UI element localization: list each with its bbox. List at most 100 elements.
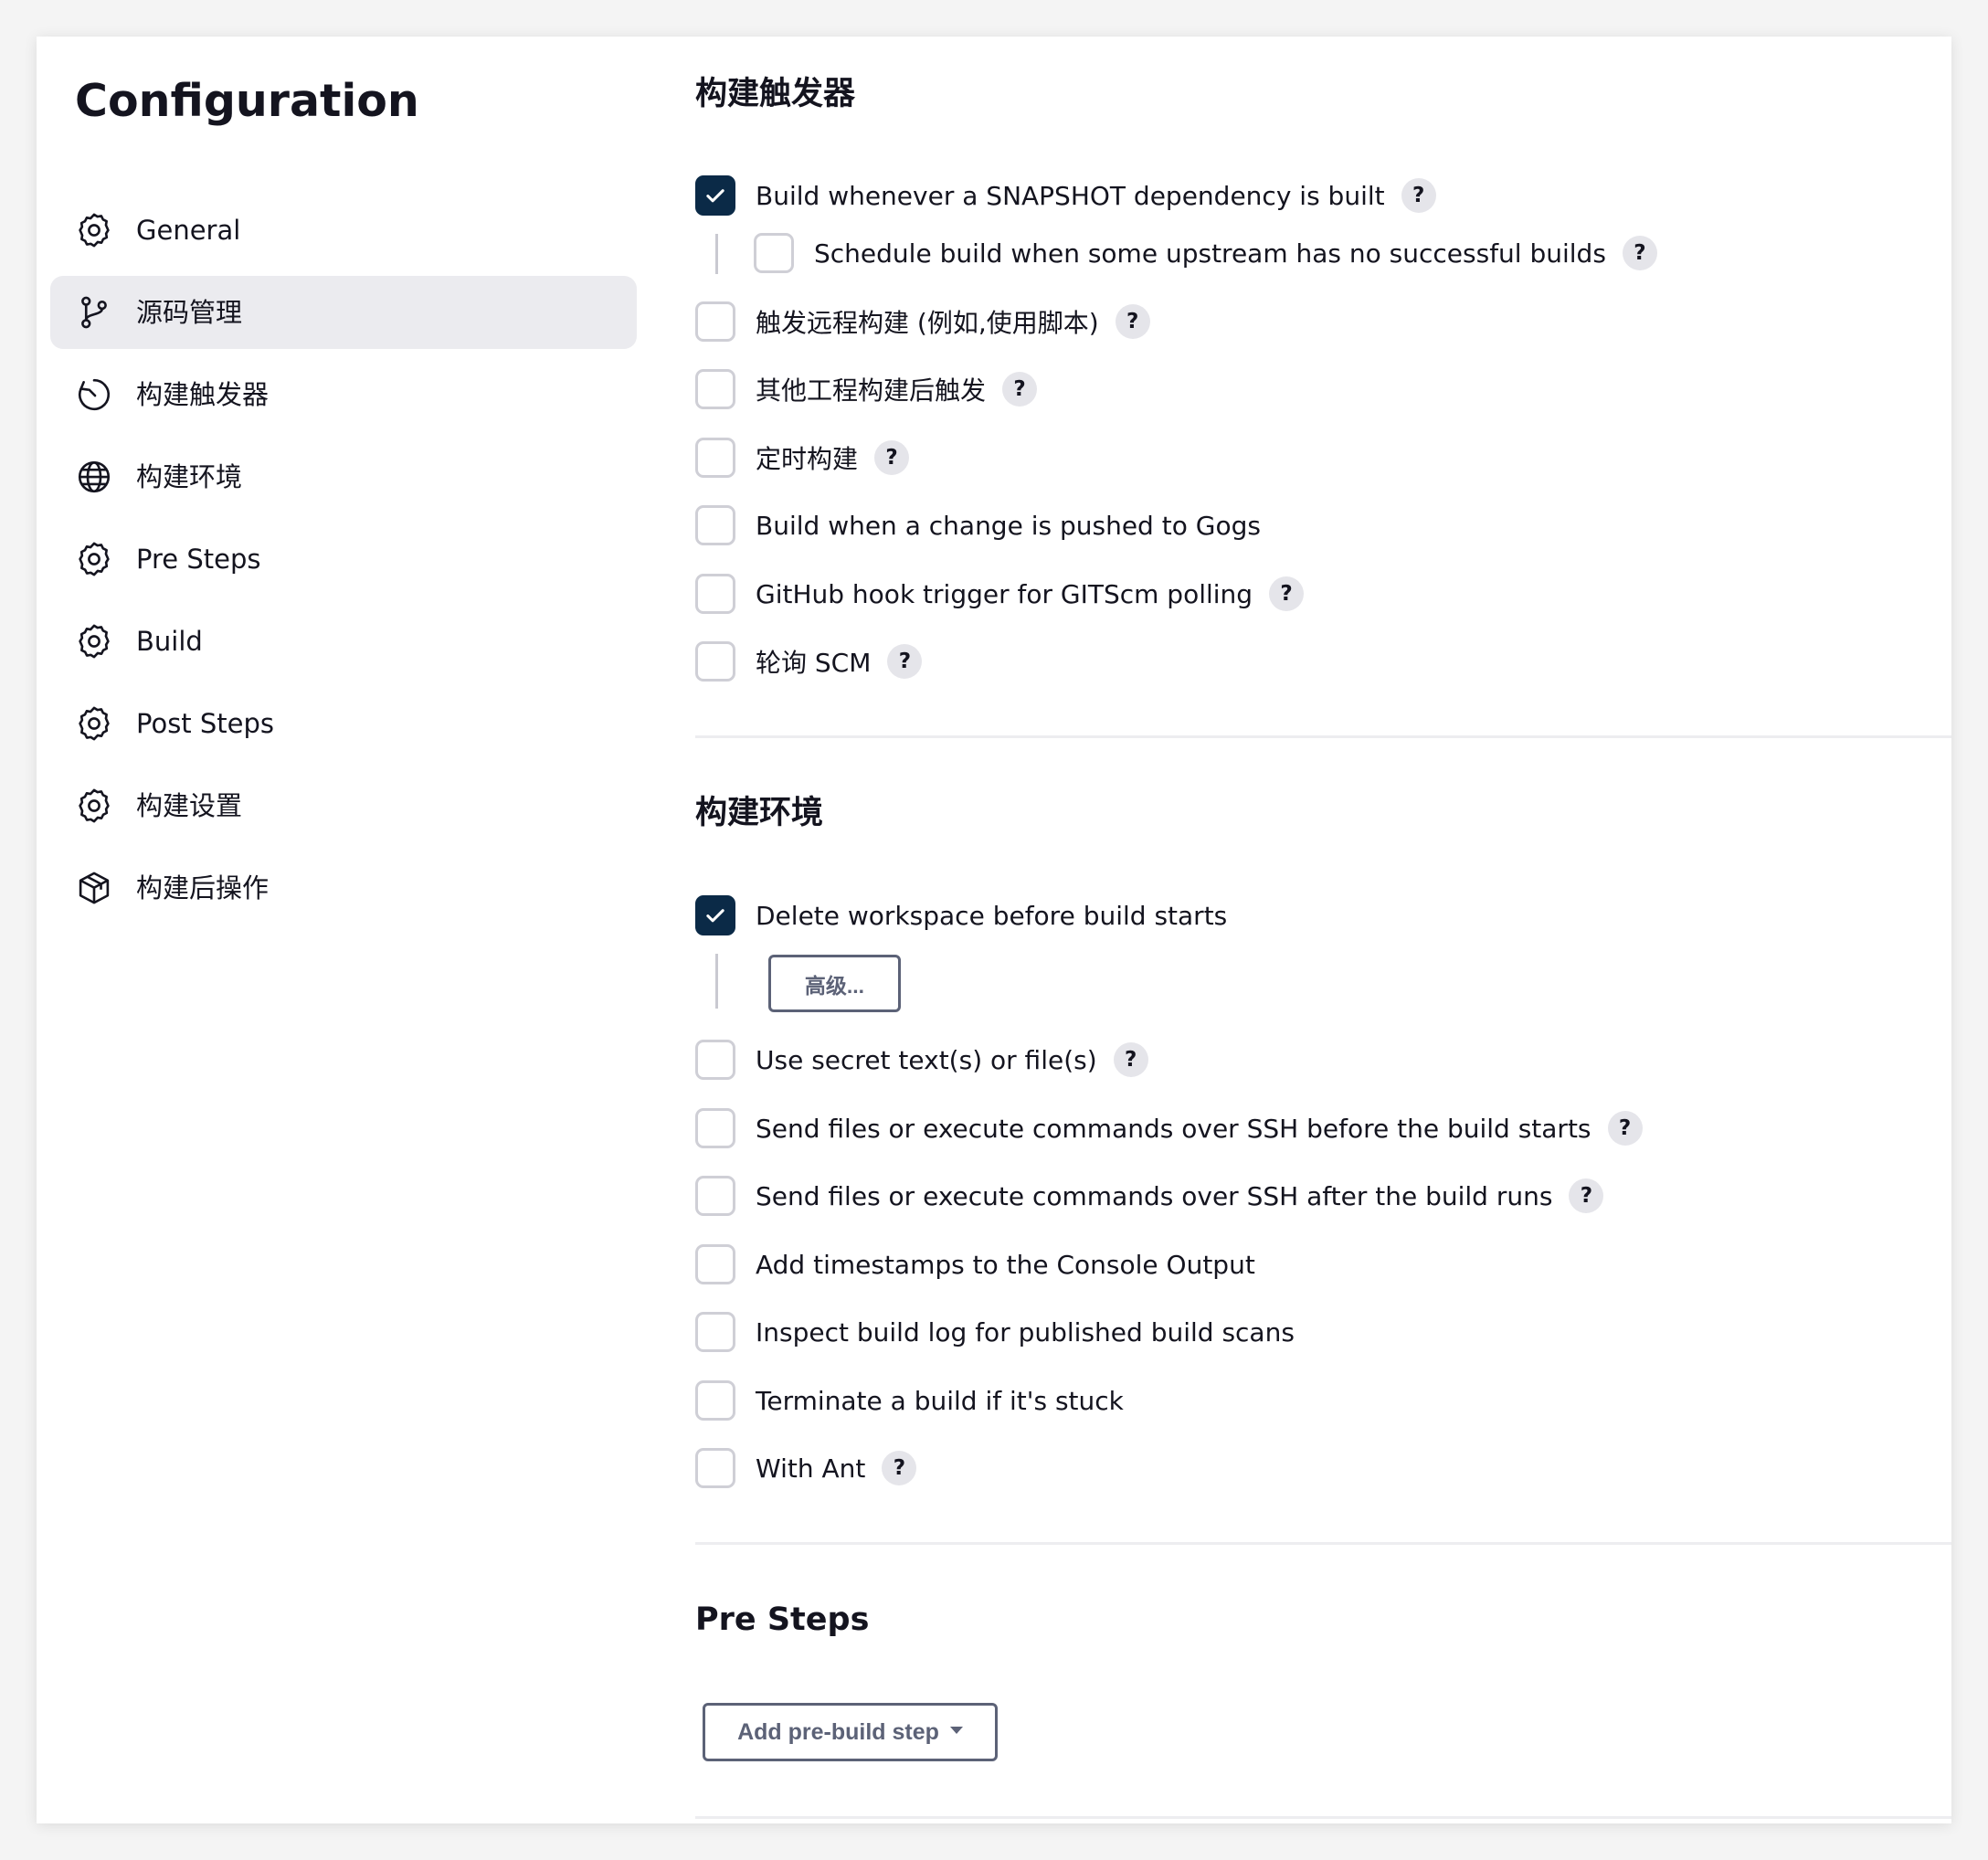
trigger-option-schedule-upstream: Schedule build when some upstream has no… <box>754 232 1657 274</box>
advanced-button[interactable]: 高级... <box>768 955 901 1012</box>
checkbox[interactable] <box>695 369 735 409</box>
option-label[interactable]: 触发远程构建 (例如,使用脚本) <box>756 303 1099 340</box>
help-icon[interactable]: ? <box>874 440 910 475</box>
checkbox[interactable] <box>695 301 735 342</box>
sidebar-item-build[interactable]: Build <box>50 605 637 678</box>
help-icon[interactable]: ? <box>1269 576 1305 611</box>
section-title-build-triggers: 构建触发器 <box>695 76 856 112</box>
add-pre-build-step-label: Add pre-build step <box>737 1718 939 1745</box>
env-option-terminate-stuck: Terminate a build if it's stuck <box>695 1379 1124 1421</box>
branch-icon <box>75 293 113 332</box>
help-icon[interactable]: ? <box>1113 1042 1148 1077</box>
env-option-timestamps: Add timestamps to the Console Output <box>695 1243 1255 1285</box>
trigger-option-gogs-push: Build when a change is pushed to Gogs <box>695 504 1261 546</box>
sidebar-item-build-settings[interactable]: 构建设置 <box>50 769 637 842</box>
option-label[interactable]: GitHub hook trigger for GITScm polling <box>756 579 1253 609</box>
trigger-option-snapshot-dependency: Build whenever a SNAPSHOT dependency is … <box>695 174 1436 217</box>
option-label[interactable]: Send files or execute commands over SSH … <box>756 1114 1591 1144</box>
gear-icon <box>75 787 113 825</box>
sidebar-item-label: 构建触发器 <box>136 379 270 410</box>
sidebar-item-build-environment[interactable]: 构建环境 <box>50 440 637 513</box>
checkbox[interactable] <box>695 1312 735 1352</box>
env-option-with-ant: With Ant ? <box>695 1447 917 1489</box>
env-option-secret-text: Use secret text(s) or file(s) ? <box>695 1039 1148 1081</box>
sidebar-item-label: 构建设置 <box>136 790 243 821</box>
check-icon <box>706 909 724 923</box>
sidebar-item-label: Post Steps <box>136 708 275 739</box>
option-label[interactable]: Use secret text(s) or file(s) <box>756 1045 1097 1075</box>
checkbox[interactable] <box>695 1448 735 1488</box>
sidebar-item-source-management[interactable]: 源码管理 <box>50 276 637 349</box>
option-label[interactable]: Add timestamps to the Console Output <box>756 1250 1255 1280</box>
sidebar-item-label: General <box>136 215 241 246</box>
help-icon[interactable]: ? <box>1401 178 1436 213</box>
checkbox[interactable] <box>695 175 735 216</box>
sidebar-item-label: 构建环境 <box>136 461 243 492</box>
sidebar-item-label: 构建后操作 <box>136 872 270 904</box>
option-label[interactable]: 其他工程构建后触发 <box>756 371 986 407</box>
checkbox[interactable] <box>695 1380 735 1421</box>
caret-down-icon <box>949 1727 963 1734</box>
option-label[interactable]: Delete workspace before build starts <box>756 901 1227 931</box>
trigger-option-remote-build: 触发远程构建 (例如,使用脚本) ? <box>695 301 1150 343</box>
checkbox[interactable] <box>695 895 735 935</box>
checkbox[interactable] <box>695 438 735 478</box>
gear-icon <box>75 540 113 578</box>
page-title: Configuration <box>75 75 419 127</box>
env-option-build-scans: Inspect build log for published build sc… <box>695 1311 1295 1353</box>
section-divider <box>695 1542 1951 1545</box>
checkbox[interactable] <box>695 505 735 545</box>
sidebar-item-general[interactable]: General <box>50 194 637 267</box>
help-icon[interactable]: ? <box>882 1451 917 1485</box>
checkbox[interactable] <box>695 1108 735 1148</box>
add-pre-build-step-button[interactable]: Add pre-build step <box>703 1703 998 1761</box>
section-divider <box>695 1816 1951 1819</box>
globe-icon <box>75 458 113 496</box>
nested-indent-line <box>715 954 718 1009</box>
nested-indent-line <box>715 234 718 274</box>
sidebar-item-pre-steps[interactable]: Pre Steps <box>50 523 637 596</box>
option-label[interactable]: 轮询 SCM <box>756 643 871 680</box>
gear-icon <box>75 704 113 743</box>
sidebar-item-post-build-actions[interactable]: 构建后操作 <box>50 851 637 925</box>
clock-icon <box>75 375 113 414</box>
option-label[interactable]: With Ant <box>756 1453 865 1484</box>
option-label[interactable]: Inspect build log for published build sc… <box>756 1317 1295 1347</box>
help-icon[interactable]: ? <box>887 644 923 679</box>
help-icon[interactable]: ? <box>1115 304 1150 339</box>
checkbox[interactable] <box>695 1040 735 1080</box>
option-label[interactable]: Build whenever a SNAPSHOT dependency is … <box>756 181 1385 211</box>
trigger-option-poll-scm: 轮询 SCM ? <box>695 640 923 682</box>
checkbox[interactable] <box>754 233 794 273</box>
env-option-ssh-before: Send files or execute commands over SSH … <box>695 1107 1643 1149</box>
env-option-ssh-after: Send files or execute commands over SSH … <box>695 1175 1604 1217</box>
sidebar-item-label: Build <box>136 626 203 657</box>
configuration-panel: Configuration General 源码管理 构建触发器 构建环境 Pr… <box>37 37 1951 1823</box>
help-icon[interactable]: ? <box>1569 1178 1604 1213</box>
section-divider <box>695 735 1951 738</box>
help-icon[interactable]: ? <box>1622 236 1657 270</box>
option-label[interactable]: Schedule build when some upstream has no… <box>814 238 1606 269</box>
checkbox[interactable] <box>695 1176 735 1216</box>
check-icon <box>706 189 724 203</box>
env-option-delete-workspace: Delete workspace before build starts <box>695 894 1227 936</box>
sidebar-item-label: 源码管理 <box>136 297 243 328</box>
gear-icon <box>75 211 113 249</box>
sidebar-item-label: Pre Steps <box>136 544 261 575</box>
checkbox[interactable] <box>695 641 735 682</box>
option-label[interactable]: Terminate a build if it's stuck <box>756 1386 1124 1416</box>
option-label[interactable]: Build when a change is pushed to Gogs <box>756 511 1261 541</box>
checkbox[interactable] <box>695 1244 735 1284</box>
section-title-pre-steps: Pre Steps <box>695 1601 870 1638</box>
help-icon[interactable]: ? <box>1002 372 1038 407</box>
gear-icon <box>75 622 113 661</box>
option-label[interactable]: 定时构建 <box>756 439 858 476</box>
help-icon[interactable]: ? <box>1607 1111 1643 1146</box>
trigger-option-periodic-build: 定时构建 ? <box>695 437 910 479</box>
package-icon <box>75 869 113 907</box>
checkbox[interactable] <box>695 574 735 614</box>
sidebar-item-build-triggers[interactable]: 构建触发器 <box>50 358 637 431</box>
option-label[interactable]: Send files or execute commands over SSH … <box>756 1181 1552 1211</box>
trigger-option-github-hook: GitHub hook trigger for GITScm polling ? <box>695 573 1305 615</box>
sidebar-item-post-steps[interactable]: Post Steps <box>50 687 637 760</box>
